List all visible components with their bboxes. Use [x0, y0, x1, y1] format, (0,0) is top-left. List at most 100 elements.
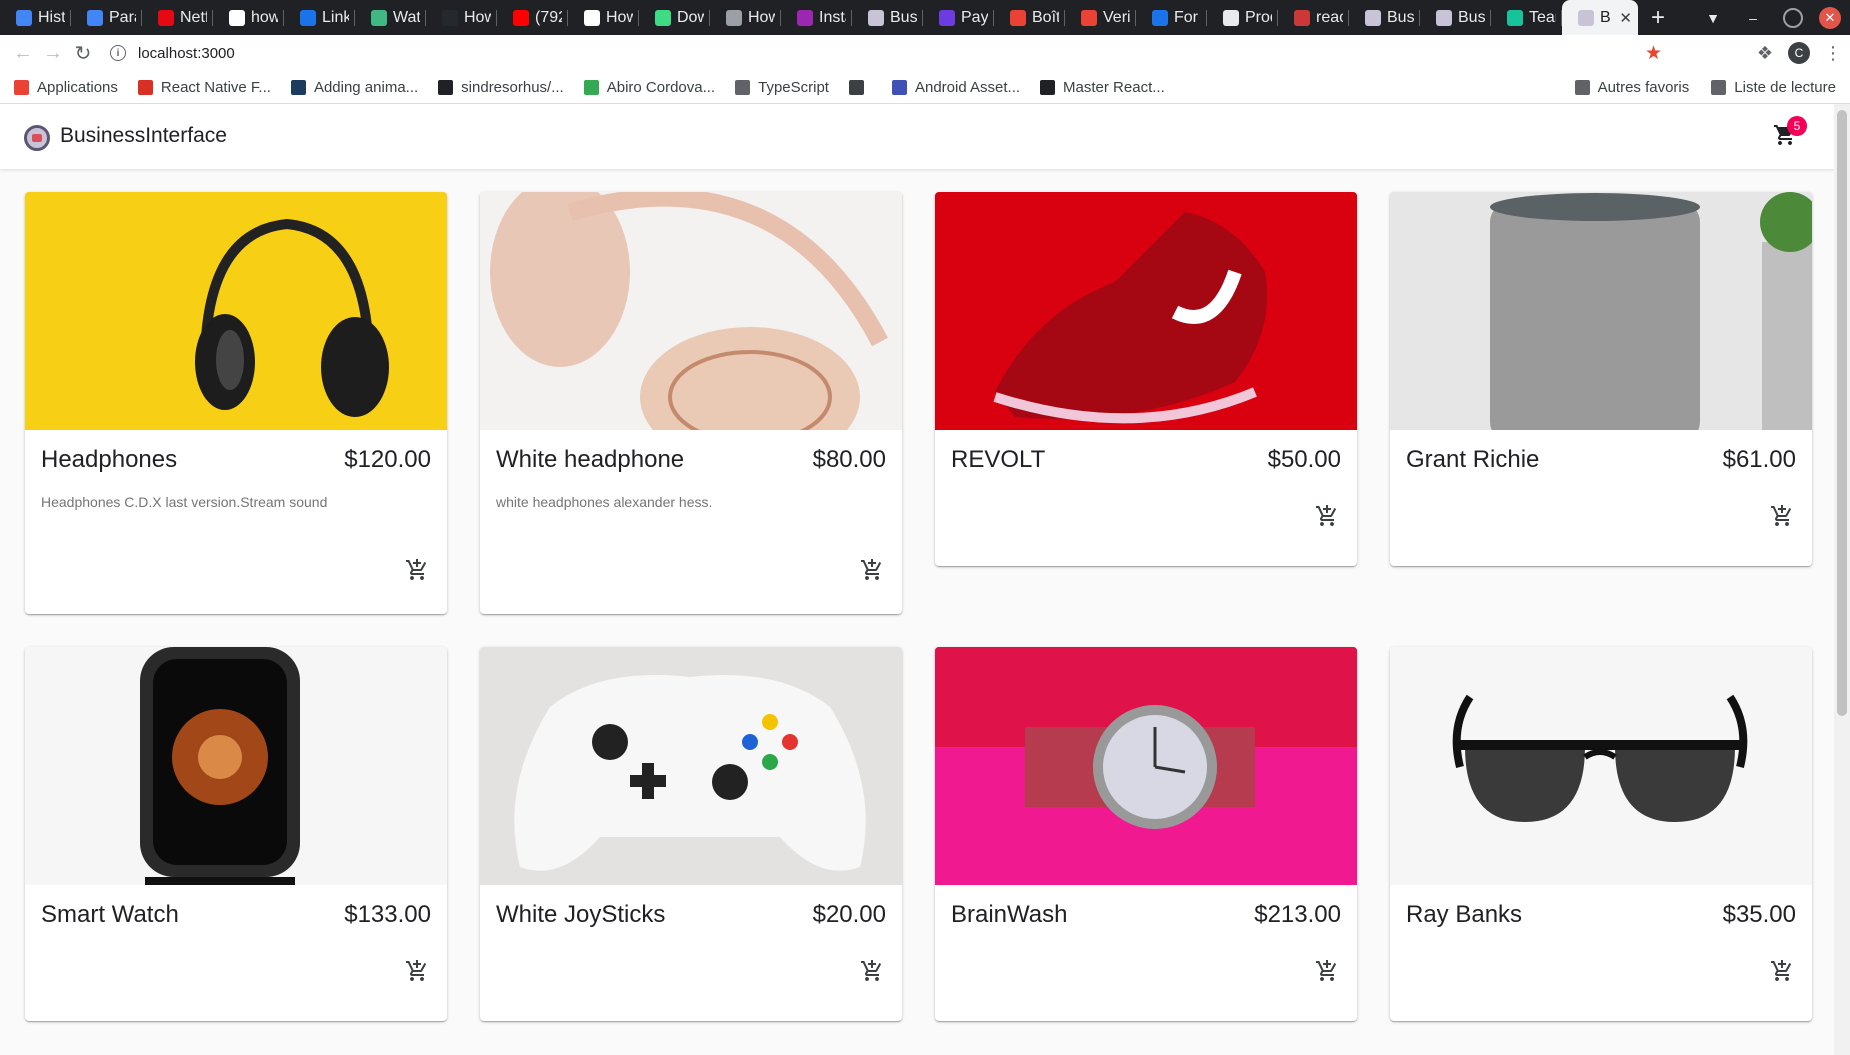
browser-tab[interactable]: How [568, 0, 639, 35]
back-button[interactable]: ← [8, 38, 38, 68]
add-shopping-cart-icon [861, 559, 882, 580]
product-card: White JoySticks $20.00 [480, 647, 902, 1021]
browser-tab[interactable]: Link [284, 0, 355, 35]
bookmark-item[interactable]: Android Asset... [891, 79, 1020, 96]
bookmark-item[interactable]: Master React... [1040, 79, 1165, 96]
browser-tab[interactable]: Busi [1349, 0, 1420, 35]
store-icon [1365, 9, 1381, 26]
url-text[interactable]: localhost:3000 [138, 45, 235, 62]
scrollbar-thumb[interactable] [1837, 110, 1847, 716]
tab-search-icon[interactable]: ▼ [1693, 0, 1733, 35]
new-tab-button[interactable]: + [1638, 0, 1678, 35]
bookmark-item[interactable]: React Native F... [137, 79, 271, 96]
browser-tab[interactable]: (792 [497, 0, 568, 35]
tab-title: Netf [180, 8, 207, 26]
bookmark-item[interactable]: TypeScript [735, 79, 829, 96]
bookmarks-list: Applications React Native F... Adding anim… [14, 79, 1185, 96]
bookmark-item[interactable]: sindresorhus/... [438, 79, 564, 96]
tab-title: Insta [819, 8, 846, 26]
browser-tab[interactable]: Boît [994, 0, 1065, 35]
bookmark-item[interactable]: Abiro Cordova... [583, 78, 716, 96]
browser-tab[interactable]: Tear [1491, 0, 1562, 35]
product-image [935, 647, 1357, 885]
browser-tab[interactable]: reac [1278, 0, 1349, 35]
product-header: Grant Richie $61.00 [1390, 430, 1812, 474]
bookmark-label: Abiro Cordova... [606, 78, 716, 96]
browser-tab[interactable]: Busi [1420, 0, 1491, 35]
browser-tab[interactable]: Netf [142, 0, 213, 35]
netflix-icon [158, 9, 174, 26]
product-card: BrainWash $213.00 [935, 647, 1357, 1021]
product-image [935, 192, 1357, 430]
pink-headphones-on-white-illustration [480, 192, 902, 430]
gmail-icon [1010, 9, 1026, 26]
browser-tab[interactable]: For [1136, 0, 1207, 35]
link-icon [300, 9, 316, 26]
add-to-cart-button[interactable] [1766, 500, 1798, 532]
history-icon [16, 9, 32, 26]
browser-tab[interactable]: Dow [639, 0, 710, 35]
product-actions [1390, 955, 1812, 987]
tab-title: Busi [890, 8, 917, 26]
browser-tab[interactable]: how [213, 0, 284, 35]
menu-kebab-icon[interactable]: ⋮ [1816, 43, 1850, 64]
bookmark-label: Applications [37, 78, 118, 96]
browser-tab[interactable]: How [710, 0, 781, 35]
address-bar[interactable]: i localhost:3000 ★ [110, 37, 1790, 69]
globe-icon [848, 79, 864, 95]
add-to-cart-button[interactable] [856, 554, 888, 586]
add-to-cart-button[interactable] [1311, 500, 1343, 532]
product-description: white headphones alexander hess. [496, 494, 713, 510]
browser-tab[interactable]: Wat [355, 0, 426, 35]
browser-tab[interactable]: Veri [1065, 0, 1136, 35]
add-to-cart-button[interactable] [1311, 955, 1343, 987]
browser-tab[interactable]: Prod [1207, 0, 1278, 35]
forward-button[interactable]: → [38, 38, 68, 68]
browser-tab[interactable]: B ✕ [1562, 0, 1638, 35]
product-image [25, 192, 447, 430]
tab-title: Tear [1529, 8, 1556, 26]
browser-tab[interactable]: How [426, 0, 497, 35]
site-info-icon[interactable]: i [110, 45, 126, 61]
insta-icon [797, 9, 813, 26]
browser-tab[interactable]: Hist [0, 0, 71, 35]
browser-tab[interactable]: Insta [781, 0, 852, 35]
product-card: Smart Watch $133.00 [25, 647, 447, 1021]
page-scrollbar[interactable] [1834, 104, 1850, 1055]
close-tab-icon[interactable]: ✕ [1619, 9, 1632, 27]
add-to-cart-button[interactable] [1766, 955, 1798, 987]
bookmark-item[interactable]: Adding anima... [290, 79, 418, 96]
bookmark-item[interactable] [848, 79, 872, 95]
product-name: Grant Richie [1406, 446, 1540, 473]
browser-tab[interactable]: Payr [923, 0, 994, 35]
folder-icon [1574, 80, 1590, 95]
add-to-cart-button[interactable] [401, 554, 433, 586]
vue-icon [371, 9, 387, 26]
bookmark-item[interactable]: Liste de lecture [1711, 79, 1836, 96]
product-header: White headphone $80.00 [480, 430, 902, 474]
add-to-cart-button[interactable] [856, 955, 888, 987]
cloud-icon [1152, 9, 1168, 26]
android-asset-icon [891, 79, 907, 95]
bookmark-label: Liste de lecture [1734, 79, 1836, 96]
google-icon [229, 9, 245, 26]
browser-tab[interactable]: Busi [852, 0, 923, 35]
reload-button[interactable]: ↻ [68, 38, 98, 68]
tab-title: Wat [393, 8, 420, 26]
product-image [25, 647, 447, 885]
product-actions [480, 554, 902, 586]
restore-button[interactable] [1773, 0, 1813, 35]
minimize-button[interactable]: – [1733, 0, 1773, 35]
page-viewport: BusinessInterface 5 Headphones $120.00 H… [0, 104, 1850, 1055]
close-window-button[interactable]: ✕ [1819, 6, 1841, 29]
bookmark-star-icon[interactable]: ★ [1645, 42, 1662, 65]
bookmark-item[interactable]: Applications [14, 79, 118, 96]
tab-title: For [1174, 8, 1198, 26]
product-actions [935, 955, 1357, 987]
profile-avatar[interactable]: C [1788, 42, 1810, 64]
bookmark-item[interactable]: Autres favoris [1574, 79, 1689, 96]
tab-title: Boît [1032, 8, 1059, 26]
browser-tab[interactable]: Para [71, 0, 142, 35]
extensions-icon[interactable]: ❖ [1748, 43, 1782, 64]
add-to-cart-button[interactable] [401, 955, 433, 987]
